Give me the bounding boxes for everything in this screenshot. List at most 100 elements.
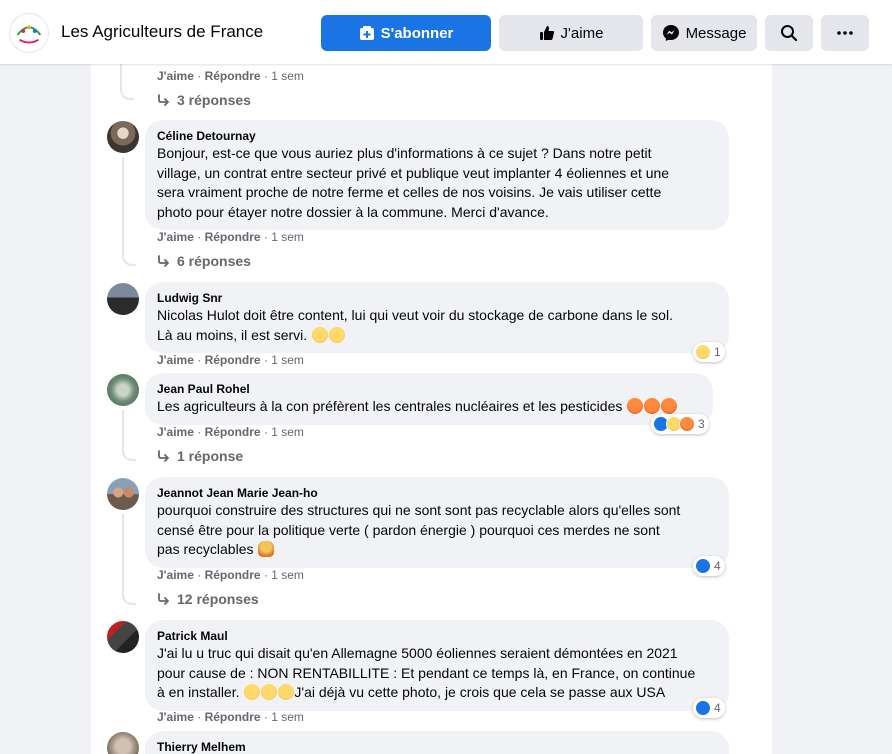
thread-line [122,157,124,253]
thinking-emoji-icon [244,684,261,700]
comment-actions: J'aime · Répondre · 1 sem [157,69,304,83]
replies-count: 1 réponse [177,448,244,464]
comment-text: J'ai lu u truc qui disait qu'en Allemagn… [157,645,696,700]
reply-arrow-icon [158,450,169,462]
thinking-emoji-icon [261,684,278,700]
reaction-summary[interactable]: 4 [693,556,725,576]
like-comment-link[interactable]: J'aime [157,568,194,582]
reaction-summary[interactable]: 1 [693,342,725,362]
message-button[interactable]: Message [651,15,757,51]
comment-actions: J'aime · Répondre · 1 sem [157,230,304,244]
comment-time[interactable]: 1 sem [271,710,304,724]
comment-author[interactable]: Patrick Maul [157,628,717,644]
comment-author[interactable]: Ludwig Snr [157,290,717,306]
comment-text: pourquoi construire des structures qui n… [157,502,681,557]
comment-author[interactable]: Jean Paul Rohel [157,381,701,397]
thread-connector [122,447,136,461]
page-logo-image [10,14,48,52]
reaction-count: 3 [698,417,705,431]
more-options-button[interactable] [821,15,869,51]
search-button[interactable] [765,15,813,51]
page-logo[interactable] [9,13,49,53]
thread-line [120,64,122,86]
like-comment-link[interactable]: J'aime [157,353,194,367]
page-header: Les Agriculteurs de France S'abonner J'a… [0,0,892,64]
comment-time[interactable]: 1 sem [271,69,304,83]
view-replies-link[interactable]: 3 réponses [157,91,251,109]
page-title[interactable]: Les Agriculteurs de France [61,22,263,42]
angry-emoji-icon [627,398,644,414]
view-replies-link[interactable]: 12 réponses [157,590,259,608]
view-replies-link[interactable]: 6 réponses [157,252,251,270]
like-comment-link[interactable]: J'aime [157,230,194,244]
comment-time[interactable]: 1 sem [271,425,304,439]
reaction-summary[interactable]: 3 [651,414,709,434]
replies-count: 3 réponses [177,92,251,108]
reaction-count: 4 [714,701,721,715]
like-page-label: J'aime [560,24,604,42]
avatar[interactable] [107,121,139,153]
comment-author[interactable]: Thierry Melhem [157,739,717,754]
search-icon [781,25,798,42]
view-replies-link[interactable]: 1 réponse [157,447,243,465]
reaction-count: 1 [714,345,721,359]
comment-author[interactable]: Jeannot Jean Marie Jean-ho [157,485,717,501]
like-comment-link[interactable]: J'aime [157,710,194,724]
avatar[interactable] [107,283,139,315]
thread-line [122,514,124,592]
reaction-count: 4 [714,559,721,573]
like-reaction-icon [695,700,711,716]
more-dots-icon [837,31,853,35]
like-comment-link[interactable]: J'aime [157,69,194,83]
comment-author[interactable]: Céline Detournay [157,128,717,144]
avatar[interactable] [107,478,139,510]
avatar[interactable] [107,732,139,754]
replies-count: 6 réponses [177,253,251,269]
avatar[interactable] [107,621,139,653]
angry-emoji-icon [644,398,661,414]
comment-text: Les agriculteurs à la con préfèrent les … [157,397,701,417]
reply-link[interactable]: Répondre [205,353,261,367]
reply-link[interactable]: Répondre [205,425,261,439]
reply-link[interactable]: Répondre [205,230,261,244]
comment-time[interactable]: 1 sem [271,568,304,582]
angry-emoji-icon [661,398,678,414]
haha-reaction-icon [695,344,711,360]
angry-reaction-icon [679,416,695,432]
comment-bubble: Jean Paul Rohel Les agriculteurs à la co… [145,373,713,425]
comments-panel: J'aime · Répondre · 1 sem 3 réponses Cél… [91,64,772,754]
like-reaction-icon [695,558,711,574]
person-facepalm-emoji-icon [258,541,275,557]
replies-count: 12 réponses [177,591,259,607]
comment-time[interactable]: 1 sem [271,353,304,367]
thinking-emoji-icon [278,684,295,700]
thread-connector [122,591,136,605]
message-label: Message [685,24,747,42]
reply-arrow-icon [158,255,169,267]
comment-actions: J'aime · Répondre · 1 sem [157,568,304,582]
comment-actions: J'aime · Répondre · 1 sem [157,425,304,439]
comment-time[interactable]: 1 sem [271,230,304,244]
avatar[interactable] [107,374,139,406]
comment-bubble: Jeannot Jean Marie Jean-ho pourquoi cons… [145,477,729,568]
comment-bubble: Patrick Maul J'ai lu u truc qui disait q… [145,620,729,711]
reply-arrow-icon [158,593,169,605]
subscribe-button[interactable]: S'abonner [321,15,491,51]
sleepy-emoji-icon [329,326,346,343]
reply-arrow-icon [158,94,169,106]
comment-bubble: Céline Detournay Bonjour, est-ce que vou… [145,120,729,230]
comment-text: Bonjour, est-ce que vous auriez plus d'i… [157,145,670,220]
messenger-icon [662,25,679,41]
thread-connector [120,86,134,100]
sleepy-emoji-icon [312,326,329,343]
like-comment-link[interactable]: J'aime [157,425,194,439]
thread-line [122,410,124,448]
like-page-button[interactable]: J'aime [499,15,643,51]
comment-bubble: Ludwig Snr Nicolas Hulot doit être conte… [145,282,729,353]
subscribe-label: S'abonner [380,24,454,42]
comment-actions: J'aime · Répondre · 1 sem [157,710,304,724]
reaction-summary[interactable]: 4 [693,698,725,718]
reply-link[interactable]: Répondre [205,710,261,724]
reply-link[interactable]: Répondre [205,568,261,582]
reply-link[interactable]: Répondre [205,69,261,83]
